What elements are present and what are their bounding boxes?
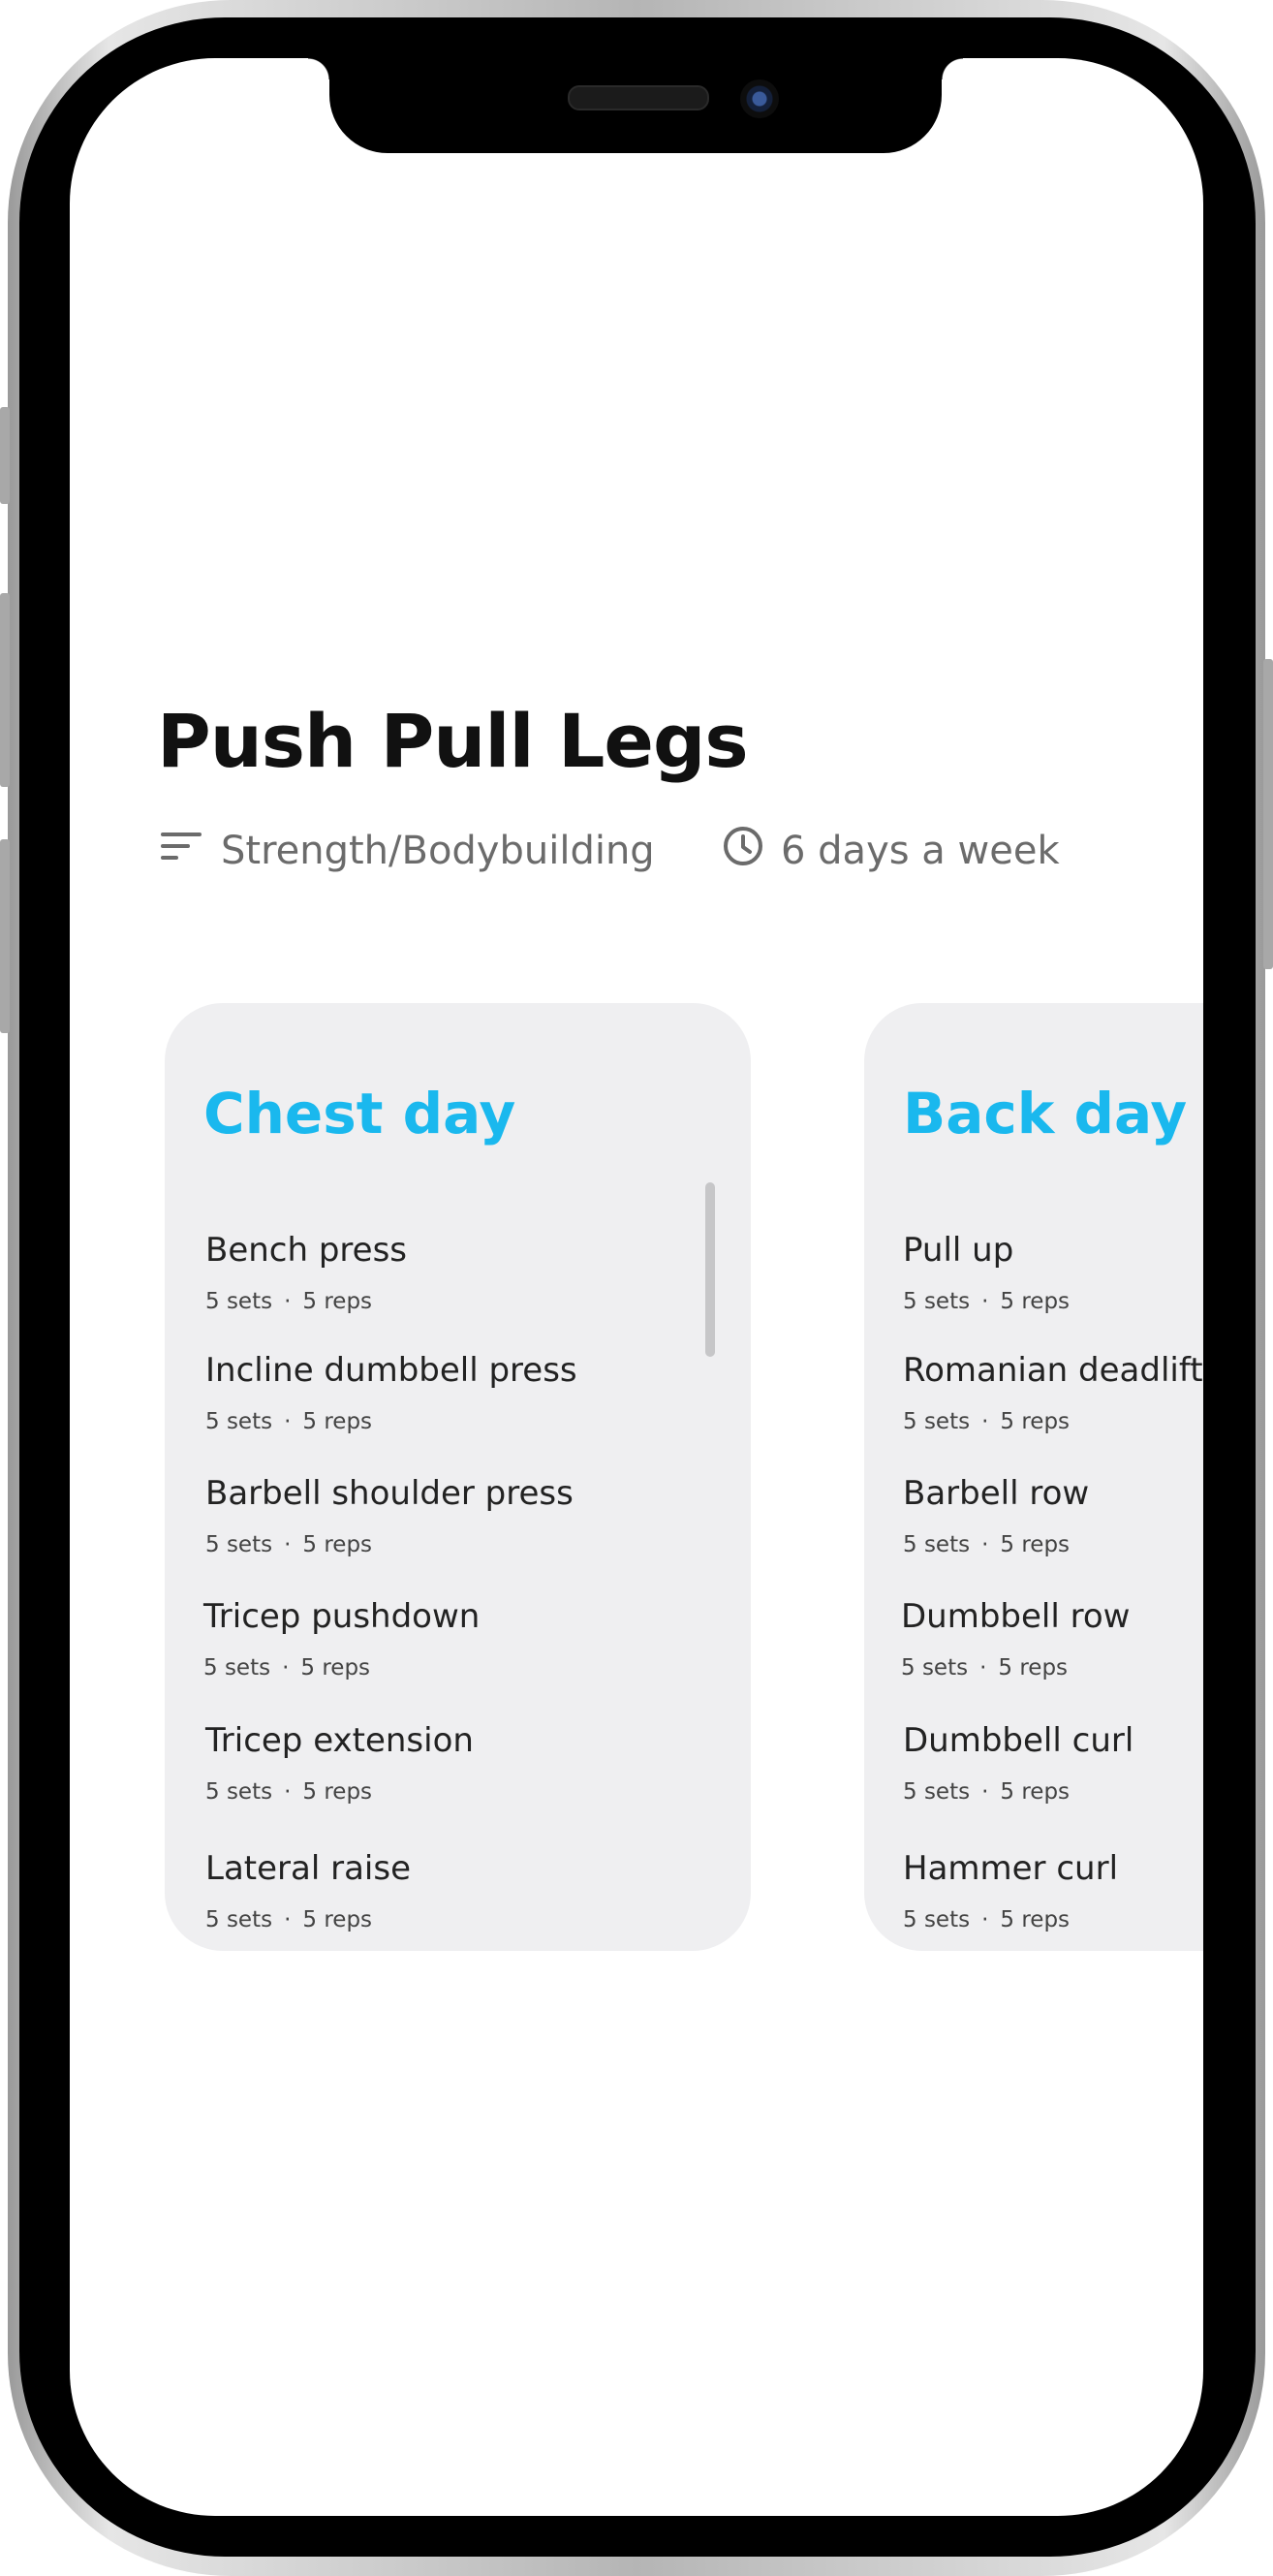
exercise-sets: 5 sets xyxy=(903,1779,971,1805)
separator-dot: · xyxy=(981,1532,989,1557)
exercise-detail: 5 sets · 5 reps xyxy=(901,1655,1130,1681)
exercise-name: Barbell row xyxy=(903,1474,1090,1513)
exercise-detail: 5 sets · 5 reps xyxy=(903,1289,1070,1314)
exercise-sets: 5 sets xyxy=(903,1532,971,1557)
program-frequency-label: 6 days a week xyxy=(781,829,1060,873)
exercise-detail: 5 sets · 5 reps xyxy=(205,1532,574,1557)
day-card-back[interactable]: Back day Pull up 5 sets · 5 reps Romanian … xyxy=(864,1003,1203,1951)
exercise-reps: 5 reps xyxy=(1000,1779,1071,1805)
volume-up-button xyxy=(0,593,10,787)
mute-switch xyxy=(0,407,10,504)
exercise-detail: 5 sets · 5 reps xyxy=(903,1779,1133,1805)
separator-dot: · xyxy=(981,1289,989,1314)
exercise-reps: 5 reps xyxy=(302,1532,373,1557)
exercise-detail: 5 sets · 5 reps xyxy=(205,1907,411,1932)
exercise-item[interactable]: Hammer curl 5 sets · 5 reps xyxy=(903,1849,1118,1932)
exercise-reps: 5 reps xyxy=(1000,1289,1071,1314)
exercise-reps: 5 reps xyxy=(302,1779,373,1805)
exercise-detail: 5 sets · 5 reps xyxy=(903,1409,1203,1434)
exercise-name: Barbell shoulder press xyxy=(205,1474,574,1513)
exercise-sets: 5 sets xyxy=(205,1907,273,1932)
exercise-item[interactable]: Lateral raise 5 sets · 5 reps xyxy=(205,1849,411,1932)
exercise-detail: 5 sets · 5 reps xyxy=(205,1779,474,1805)
separator-dot: · xyxy=(284,1409,292,1434)
exercise-reps: 5 reps xyxy=(1000,1532,1071,1557)
exercise-name: Dumbbell row xyxy=(901,1597,1131,1636)
day-card-title: Chest day xyxy=(203,1081,516,1147)
exercise-item[interactable]: Bench press 5 sets · 5 reps xyxy=(205,1231,407,1314)
exercise-reps: 5 reps xyxy=(998,1655,1069,1681)
program-category: Strength/Bodybuilding xyxy=(161,822,655,880)
exercise-reps: 5 reps xyxy=(300,1655,371,1681)
separator-dot: · xyxy=(284,1907,292,1932)
filter-lines-icon xyxy=(161,829,203,873)
exercise-item[interactable]: Dumbbell curl 5 sets · 5 reps xyxy=(903,1721,1133,1805)
separator-dot: · xyxy=(979,1655,987,1681)
exercise-item[interactable]: Barbell row 5 sets · 5 reps xyxy=(903,1474,1089,1557)
exercise-name: Hammer curl xyxy=(903,1849,1119,1888)
page-title: Push Pull Legs xyxy=(157,698,749,784)
exercise-name: Pull up xyxy=(903,1231,1014,1270)
exercise-name: Incline dumbbell press xyxy=(205,1351,577,1390)
exercise-reps: 5 reps xyxy=(302,1907,373,1932)
exercise-item[interactable]: Dumbbell row 5 sets · 5 reps xyxy=(901,1597,1130,1681)
separator-dot: · xyxy=(282,1655,290,1681)
exercise-sets: 5 sets xyxy=(203,1655,271,1681)
exercise-sets: 5 sets xyxy=(205,1289,273,1314)
exercise-item[interactable]: Romanian deadlift 5 sets · 5 reps xyxy=(903,1351,1203,1434)
volume-down-button xyxy=(0,839,10,1033)
exercise-detail: 5 sets · 5 reps xyxy=(903,1532,1089,1557)
separator-dot: · xyxy=(981,1409,989,1434)
exercise-item[interactable]: Pull up 5 sets · 5 reps xyxy=(903,1231,1070,1314)
program-frequency: 6 days a week xyxy=(723,822,1060,880)
exercise-reps: 5 reps xyxy=(302,1409,373,1434)
exercise-item[interactable]: Tricep pushdown 5 sets · 5 reps xyxy=(203,1597,480,1681)
exercise-sets: 5 sets xyxy=(903,1289,971,1314)
exercise-detail: 5 sets · 5 reps xyxy=(205,1409,577,1434)
day-card-chest[interactable]: Chest day Bench press 5 sets · 5 reps Incl… xyxy=(165,1003,751,1951)
exercise-item[interactable]: Tricep extension 5 sets · 5 reps xyxy=(205,1721,474,1805)
exercise-sets: 5 sets xyxy=(901,1655,969,1681)
exercise-reps: 5 reps xyxy=(302,1289,373,1314)
exercise-detail: 5 sets · 5 reps xyxy=(903,1907,1118,1932)
exercise-item[interactable]: Barbell shoulder press 5 sets · 5 reps xyxy=(205,1474,574,1557)
exercise-sets: 5 sets xyxy=(205,1532,273,1557)
separator-dot: · xyxy=(284,1532,292,1557)
separator-dot: · xyxy=(284,1289,292,1314)
program-category-label: Strength/Bodybuilding xyxy=(221,829,655,873)
separator-dot: · xyxy=(981,1779,989,1805)
exercise-name: Lateral raise xyxy=(205,1849,411,1888)
front-camera-icon xyxy=(740,79,779,118)
separator-dot: · xyxy=(981,1907,989,1932)
exercise-detail: 5 sets · 5 reps xyxy=(205,1289,407,1314)
exercise-name: Dumbbell curl xyxy=(903,1721,1134,1760)
exercise-sets: 5 sets xyxy=(903,1409,971,1434)
exercise-name: Romanian deadlift xyxy=(903,1351,1203,1390)
exercise-name: Tricep extension xyxy=(205,1721,474,1760)
exercise-sets: 5 sets xyxy=(205,1779,273,1805)
exercise-detail: 5 sets · 5 reps xyxy=(203,1655,480,1681)
exercise-name: Tricep pushdown xyxy=(203,1597,481,1636)
exercise-reps: 5 reps xyxy=(1000,1409,1071,1434)
exercise-sets: 5 sets xyxy=(205,1409,273,1434)
exercise-sets: 5 sets xyxy=(903,1907,971,1932)
exercise-reps: 5 reps xyxy=(1000,1907,1071,1932)
earpiece-speaker xyxy=(568,85,709,110)
separator-dot: · xyxy=(284,1779,292,1805)
exercise-item[interactable]: Incline dumbbell press 5 sets · 5 reps xyxy=(205,1351,577,1434)
power-button xyxy=(1263,659,1273,969)
app-screen: Push Pull Legs Strength/Bodybuilding 6 d… xyxy=(70,58,1203,2516)
exercise-name: Bench press xyxy=(205,1231,408,1270)
scrollbar-thumb[interactable] xyxy=(705,1182,715,1357)
day-card-title: Back day xyxy=(903,1081,1188,1147)
clock-icon xyxy=(723,826,763,876)
